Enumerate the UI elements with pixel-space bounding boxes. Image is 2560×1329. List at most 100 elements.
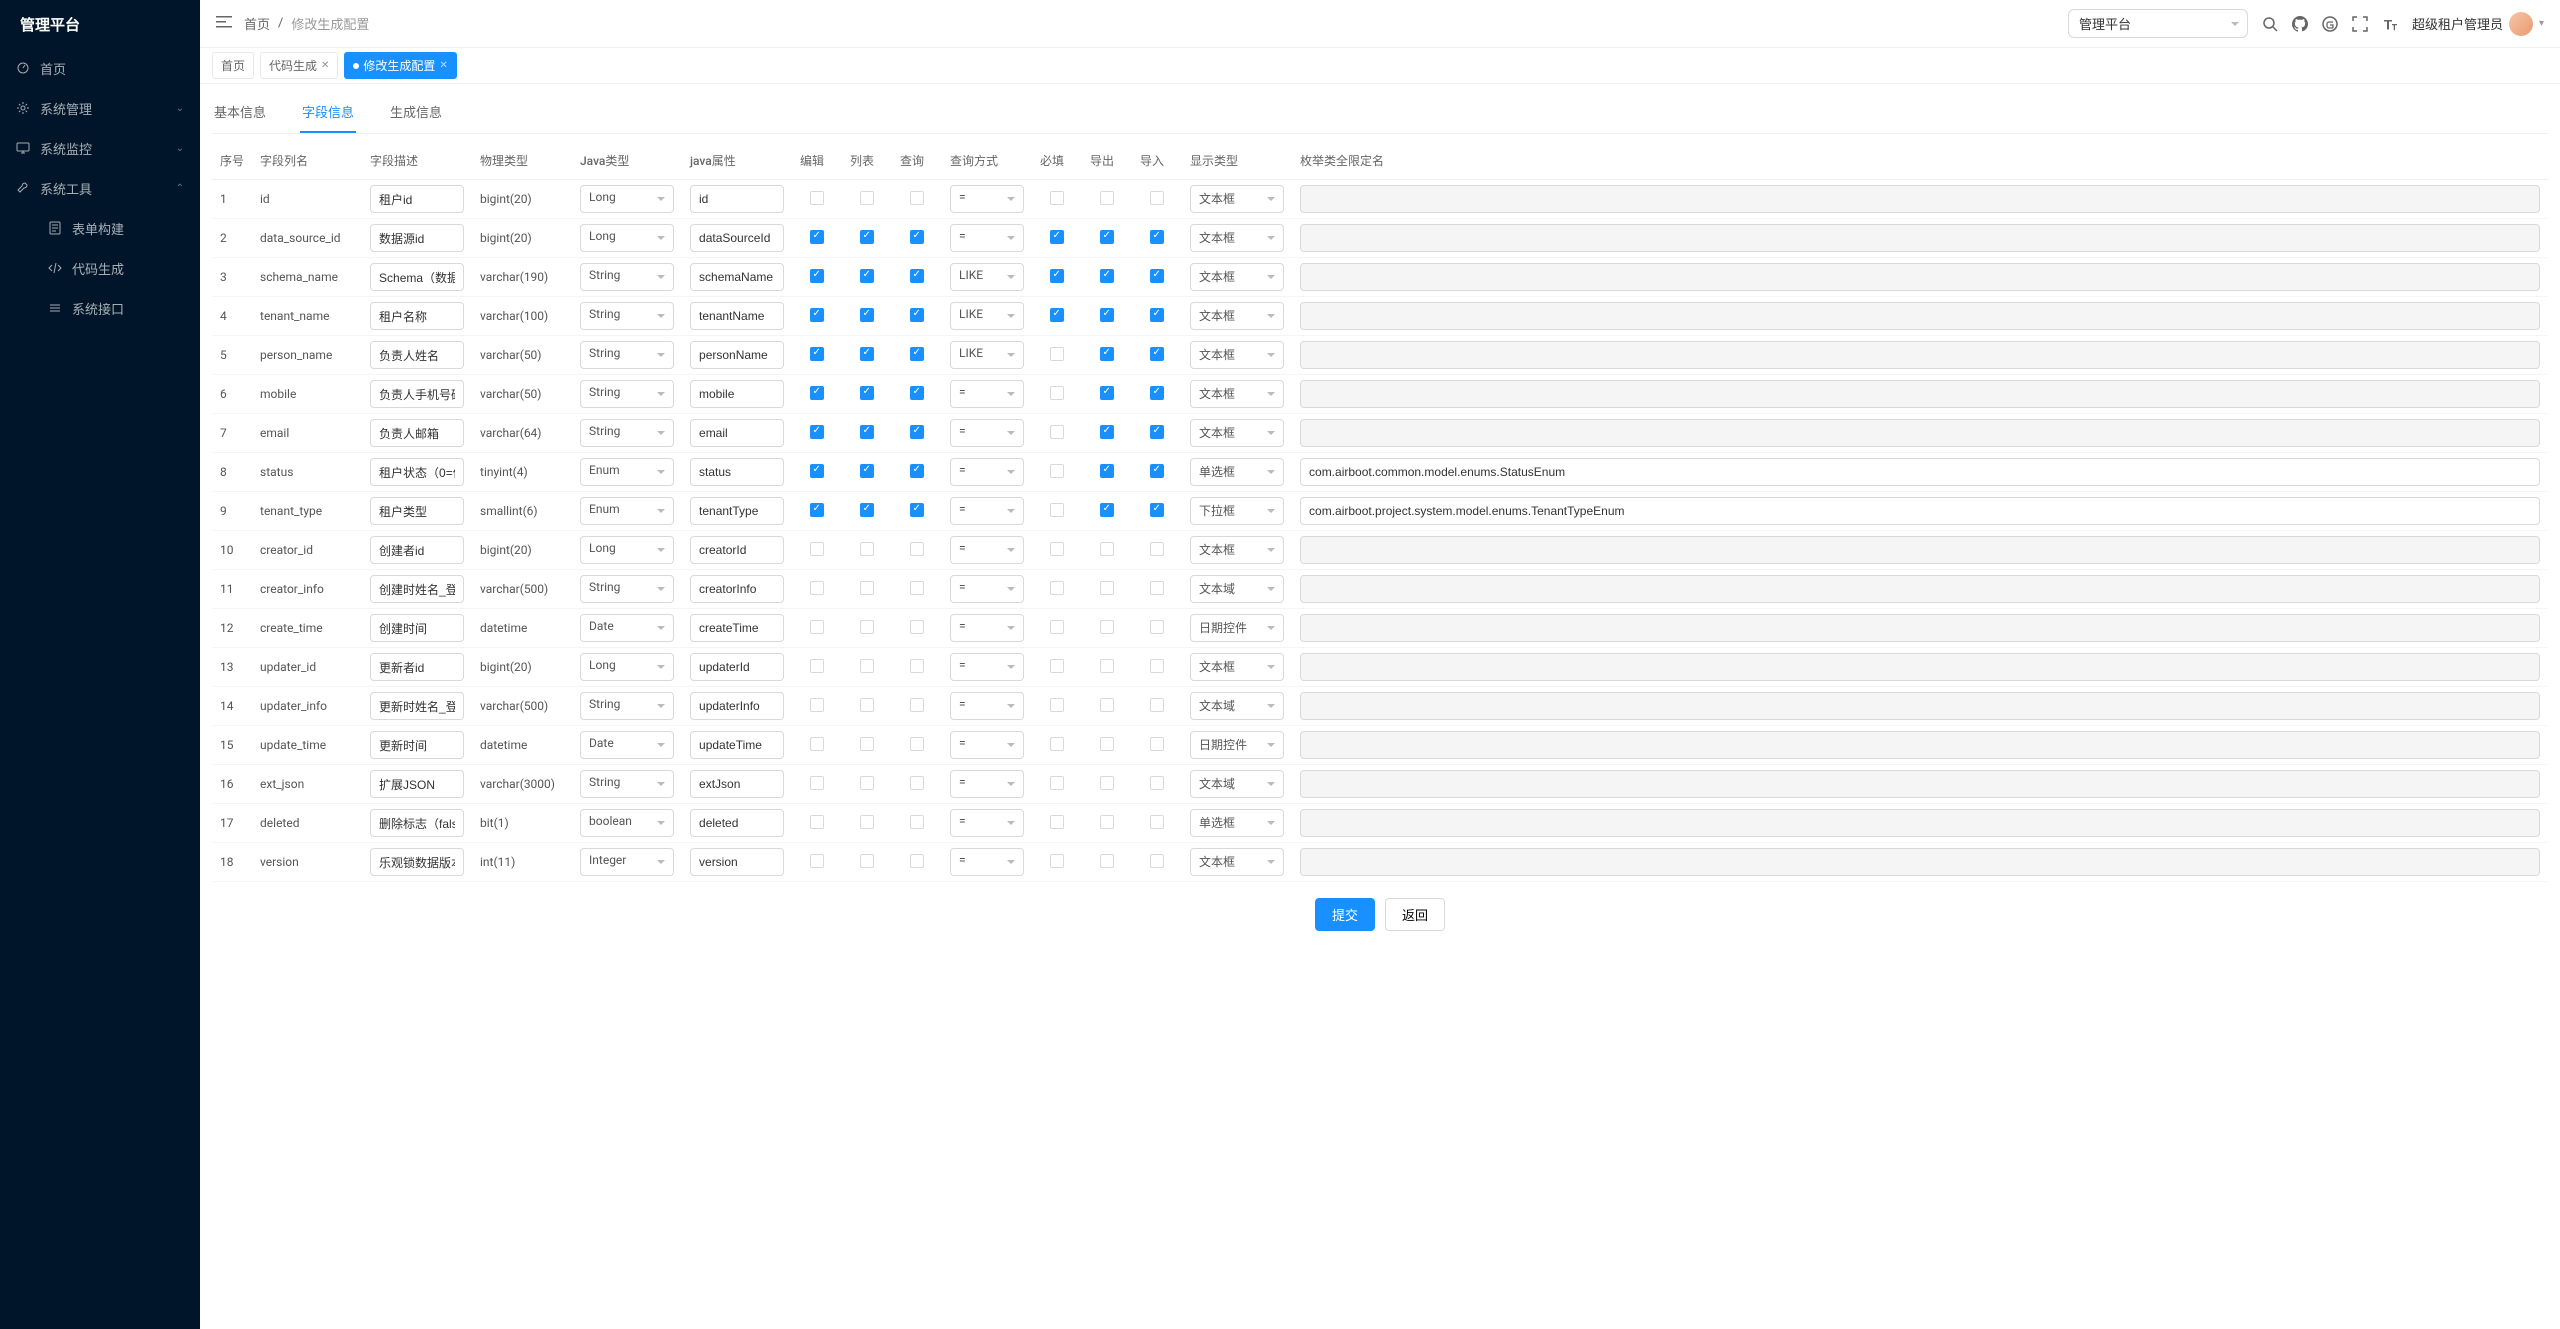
- java-prop-input[interactable]: [690, 419, 784, 447]
- display-type-select[interactable]: 单选框: [1190, 809, 1284, 837]
- edit-checkbox[interactable]: [810, 425, 824, 439]
- edit-checkbox[interactable]: [810, 386, 824, 400]
- export-checkbox[interactable]: [1100, 386, 1114, 400]
- export-checkbox[interactable]: [1100, 464, 1114, 478]
- required-checkbox[interactable]: [1050, 776, 1064, 790]
- export-checkbox[interactable]: [1100, 737, 1114, 751]
- display-type-select[interactable]: 文本框: [1190, 653, 1284, 681]
- export-checkbox[interactable]: [1100, 854, 1114, 868]
- export-checkbox[interactable]: [1100, 425, 1114, 439]
- edit-checkbox[interactable]: [810, 737, 824, 751]
- edit-checkbox[interactable]: [810, 698, 824, 712]
- export-checkbox[interactable]: [1100, 659, 1114, 673]
- export-checkbox[interactable]: [1100, 542, 1114, 556]
- display-type-select[interactable]: 文本域: [1190, 692, 1284, 720]
- display-type-select[interactable]: 文本框: [1190, 341, 1284, 369]
- display-type-select[interactable]: 文本框: [1190, 263, 1284, 291]
- enum-class-input[interactable]: [1300, 497, 2540, 525]
- required-checkbox[interactable]: [1050, 659, 1064, 673]
- java-prop-input[interactable]: [690, 575, 784, 603]
- desc-input[interactable]: [370, 380, 464, 408]
- java-type-select[interactable]: String: [580, 770, 674, 798]
- list-checkbox[interactable]: [860, 425, 874, 439]
- query-checkbox[interactable]: [910, 347, 924, 361]
- export-checkbox[interactable]: [1100, 230, 1114, 244]
- query-mode-select[interactable]: =: [950, 614, 1024, 642]
- query-checkbox[interactable]: [910, 269, 924, 283]
- desc-input[interactable]: [370, 575, 464, 603]
- sidebar-subitem-代码生成[interactable]: 代码生成: [0, 248, 200, 288]
- query-mode-select[interactable]: =: [950, 224, 1024, 252]
- java-prop-input[interactable]: [690, 848, 784, 876]
- import-checkbox[interactable]: [1150, 581, 1164, 595]
- import-checkbox[interactable]: [1150, 386, 1164, 400]
- desc-input[interactable]: [370, 770, 464, 798]
- form-tab-生成信息[interactable]: 生成信息: [388, 92, 444, 133]
- export-checkbox[interactable]: [1100, 776, 1114, 790]
- display-type-select[interactable]: 日期控件: [1190, 614, 1284, 642]
- sidebar-item-系统管理[interactable]: 系统管理⌄: [0, 88, 200, 128]
- query-checkbox[interactable]: [910, 542, 924, 556]
- display-type-select[interactable]: 文本框: [1190, 536, 1284, 564]
- query-checkbox[interactable]: [910, 815, 924, 829]
- java-type-select[interactable]: Date: [580, 731, 674, 759]
- list-checkbox[interactable]: [860, 542, 874, 556]
- sidebar-item-系统工具[interactable]: 系统工具⌃: [0, 168, 200, 208]
- export-checkbox[interactable]: [1100, 620, 1114, 634]
- query-mode-select[interactable]: LIKE: [950, 341, 1024, 369]
- required-checkbox[interactable]: [1050, 269, 1064, 283]
- edit-checkbox[interactable]: [810, 464, 824, 478]
- java-type-select[interactable]: String: [580, 419, 674, 447]
- search-icon[interactable]: [2262, 16, 2278, 32]
- desc-input[interactable]: [370, 302, 464, 330]
- query-mode-select[interactable]: LIKE: [950, 302, 1024, 330]
- java-prop-input[interactable]: [690, 614, 784, 642]
- export-checkbox[interactable]: [1100, 269, 1114, 283]
- list-checkbox[interactable]: [860, 230, 874, 244]
- export-checkbox[interactable]: [1100, 698, 1114, 712]
- java-type-select[interactable]: String: [580, 692, 674, 720]
- java-type-select[interactable]: Long: [580, 185, 674, 213]
- list-checkbox[interactable]: [860, 581, 874, 595]
- github-icon[interactable]: [2292, 16, 2308, 32]
- gitee-icon[interactable]: [2322, 16, 2338, 32]
- close-icon[interactable]: ✕: [321, 60, 329, 71]
- edit-checkbox[interactable]: [810, 542, 824, 556]
- import-checkbox[interactable]: [1150, 659, 1164, 673]
- query-mode-select[interactable]: =: [950, 185, 1024, 213]
- edit-checkbox[interactable]: [810, 191, 824, 205]
- display-type-select[interactable]: 文本框: [1190, 419, 1284, 447]
- java-prop-input[interactable]: [690, 302, 784, 330]
- display-type-select[interactable]: 文本框: [1190, 185, 1284, 213]
- required-checkbox[interactable]: [1050, 425, 1064, 439]
- list-checkbox[interactable]: [860, 620, 874, 634]
- font-size-icon[interactable]: [2382, 16, 2398, 32]
- query-checkbox[interactable]: [910, 191, 924, 205]
- query-checkbox[interactable]: [910, 776, 924, 790]
- desc-input[interactable]: [370, 653, 464, 681]
- desc-input[interactable]: [370, 341, 464, 369]
- list-checkbox[interactable]: [860, 503, 874, 517]
- import-checkbox[interactable]: [1150, 464, 1164, 478]
- desc-input[interactable]: [370, 263, 464, 291]
- query-mode-select[interactable]: =: [950, 731, 1024, 759]
- required-checkbox[interactable]: [1050, 347, 1064, 361]
- query-checkbox[interactable]: [910, 464, 924, 478]
- enum-class-input[interactable]: [1300, 458, 2540, 486]
- edit-checkbox[interactable]: [810, 581, 824, 595]
- sidebar-subitem-表单构建[interactable]: 表单构建: [0, 208, 200, 248]
- list-checkbox[interactable]: [860, 347, 874, 361]
- required-checkbox[interactable]: [1050, 386, 1064, 400]
- query-checkbox[interactable]: [910, 698, 924, 712]
- display-type-select[interactable]: 文本框: [1190, 302, 1284, 330]
- query-mode-select[interactable]: =: [950, 653, 1024, 681]
- query-mode-select[interactable]: =: [950, 575, 1024, 603]
- desc-input[interactable]: [370, 809, 464, 837]
- sidebar-item-系统监控[interactable]: 系统监控⌄: [0, 128, 200, 168]
- java-type-select[interactable]: String: [580, 302, 674, 330]
- edit-checkbox[interactable]: [810, 659, 824, 673]
- export-checkbox[interactable]: [1100, 308, 1114, 322]
- desc-input[interactable]: [370, 419, 464, 447]
- query-mode-select[interactable]: =: [950, 770, 1024, 798]
- query-checkbox[interactable]: [910, 737, 924, 751]
